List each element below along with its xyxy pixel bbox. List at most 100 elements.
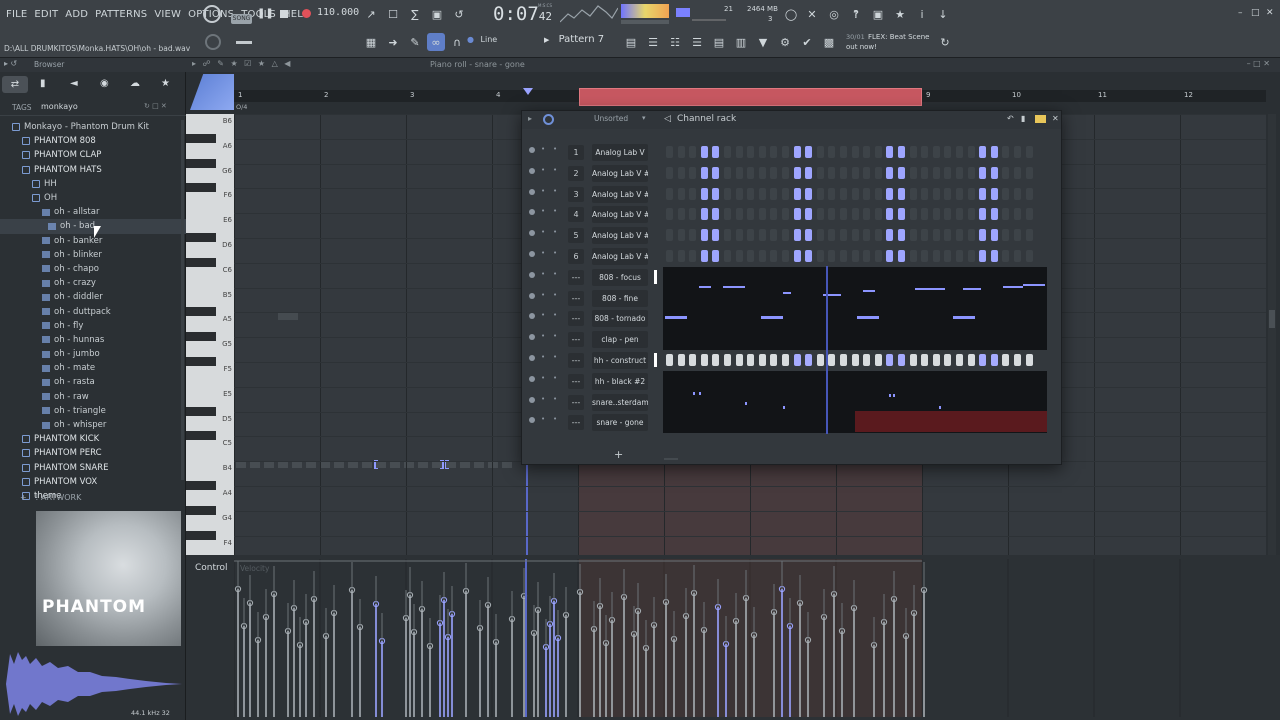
step-button[interactable] <box>851 354 859 366</box>
step-button[interactable] <box>700 146 708 158</box>
browser-nav-icon[interactable]: ▸ ↺ <box>4 59 17 68</box>
step-button[interactable] <box>770 146 778 158</box>
channel-enable-icon[interactable] <box>529 209 535 216</box>
playhead-marker[interactable] <box>523 88 533 95</box>
pattern-select[interactable]: ▶ Pattern 7 <box>544 34 610 50</box>
news-line1[interactable]: FLEX: Beat Scene <box>868 33 929 41</box>
step-button[interactable] <box>793 166 801 179</box>
browser-file[interactable]: oh - mate <box>0 361 186 375</box>
browser-file[interactable]: oh - duttpack <box>0 304 186 318</box>
step-button[interactable] <box>979 229 987 242</box>
metronome-icon[interactable]: ↗ <box>362 5 380 23</box>
channel-volume-knob[interactable]: • <box>553 332 557 340</box>
step-button[interactable] <box>1002 250 1010 262</box>
step-button[interactable] <box>874 146 882 158</box>
browser-folder[interactable]: PHANTOM VOX <box>0 475 186 489</box>
browser-file[interactable]: oh - crazy <box>0 276 186 290</box>
step-button[interactable] <box>770 187 778 200</box>
step-button[interactable] <box>898 166 905 179</box>
magnet-icon[interactable]: ∩ <box>448 33 466 51</box>
step-button[interactable] <box>921 208 929 221</box>
channel-pan-knob[interactable]: • <box>541 249 545 257</box>
step-button[interactable] <box>1002 229 1010 242</box>
step-button[interactable] <box>1025 250 1033 262</box>
step-button[interactable] <box>782 146 789 158</box>
browser-file[interactable]: oh - triangle <box>0 404 186 418</box>
step-button[interactable] <box>886 146 894 158</box>
step-button[interactable] <box>921 354 929 366</box>
channel-enable-icon[interactable] <box>529 292 535 299</box>
channel-mixer-track[interactable]: --- <box>568 353 584 368</box>
step-button[interactable] <box>863 146 871 158</box>
step-button[interactable] <box>816 208 824 221</box>
channel-volume-knob[interactable]: • <box>553 270 557 278</box>
step-button[interactable] <box>724 187 731 200</box>
tempo-display[interactable]: 110.000 <box>317 7 359 21</box>
step-button[interactable] <box>990 166 998 179</box>
step-button[interactable] <box>851 166 859 179</box>
countdown-icon[interactable]: ∑ <box>406 5 424 23</box>
step-button[interactable] <box>874 187 882 200</box>
black-key[interactable] <box>186 357 216 366</box>
step-button[interactable] <box>747 146 755 158</box>
add-pattern-icon[interactable]: ▤ <box>622 33 640 51</box>
step-button[interactable] <box>782 229 789 242</box>
channel-mixer-track[interactable]: --- <box>568 290 584 306</box>
step-button[interactable] <box>898 208 905 221</box>
step-button[interactable] <box>816 229 824 242</box>
tags-value[interactable]: monkayo <box>41 102 78 111</box>
channel-volume-knob[interactable]: • <box>553 187 557 195</box>
piano-roll-scrollbar[interactable] <box>1268 114 1276 610</box>
black-key[interactable] <box>186 530 216 540</box>
step-button[interactable] <box>770 354 778 366</box>
step-button[interactable] <box>712 354 720 366</box>
step-button[interactable] <box>805 229 813 242</box>
step-button[interactable] <box>735 229 743 242</box>
menu-add[interactable]: ADD <box>65 9 88 20</box>
step-button[interactable] <box>828 354 836 366</box>
step-button[interactable] <box>967 208 975 221</box>
black-key[interactable] <box>186 332 216 342</box>
step-button[interactable] <box>793 208 801 221</box>
browser-folder[interactable]: OH <box>0 191 186 205</box>
step-button[interactable] <box>758 146 766 158</box>
share-icon[interactable]: ↓ <box>934 5 952 23</box>
browser-file[interactable]: oh - fly <box>0 319 186 333</box>
channel-name-button[interactable]: Analog Lab V #4 <box>592 206 648 224</box>
step-button[interactable] <box>666 187 673 200</box>
step-button[interactable] <box>863 229 871 242</box>
link-icon[interactable]: ∞ <box>427 33 445 51</box>
plugin-picker-icon[interactable]: ▼ <box>754 33 772 51</box>
channel-mixer-track[interactable]: --- <box>568 394 584 410</box>
tags-label[interactable]: TAGS <box>12 103 32 112</box>
step-button[interactable] <box>979 187 987 200</box>
menu-edit[interactable]: EDIT <box>34 9 58 20</box>
channel-volume-knob[interactable]: • <box>553 374 557 382</box>
step-button[interactable] <box>735 250 743 262</box>
arrow-icon[interactable]: ➜ <box>384 33 402 51</box>
step-button[interactable] <box>712 146 720 158</box>
step-button[interactable] <box>677 208 685 221</box>
step-button[interactable] <box>828 166 836 179</box>
channel-select-indicator[interactable] <box>654 269 657 284</box>
channel-mixer-track[interactable]: 2 <box>568 165 584 181</box>
step-button[interactable] <box>735 166 743 179</box>
browser-file[interactable]: oh - hunnas <box>0 333 186 347</box>
help-icon[interactable]: ? <box>847 5 865 23</box>
step-button[interactable] <box>886 354 894 366</box>
step-button[interactable] <box>758 187 766 200</box>
step-button[interactable] <box>793 187 801 200</box>
step-button[interactable] <box>712 187 720 200</box>
rack-filter[interactable]: Unsorted <box>594 114 628 123</box>
step-button[interactable] <box>967 146 975 158</box>
song-mode-label[interactable]: SONG <box>231 14 252 24</box>
step-button[interactable] <box>724 166 731 179</box>
step-button[interactable] <box>689 146 697 158</box>
step-button[interactable] <box>898 354 905 366</box>
step-button[interactable] <box>689 187 697 200</box>
channel-name-button[interactable]: Analog Lab V #6 <box>592 248 648 265</box>
channel-enable-icon[interactable] <box>529 147 535 153</box>
rack-undo-icon[interactable]: ↶ <box>1007 114 1014 123</box>
loop-record-icon[interactable]: ↺ <box>450 5 468 23</box>
black-key[interactable] <box>186 158 216 168</box>
